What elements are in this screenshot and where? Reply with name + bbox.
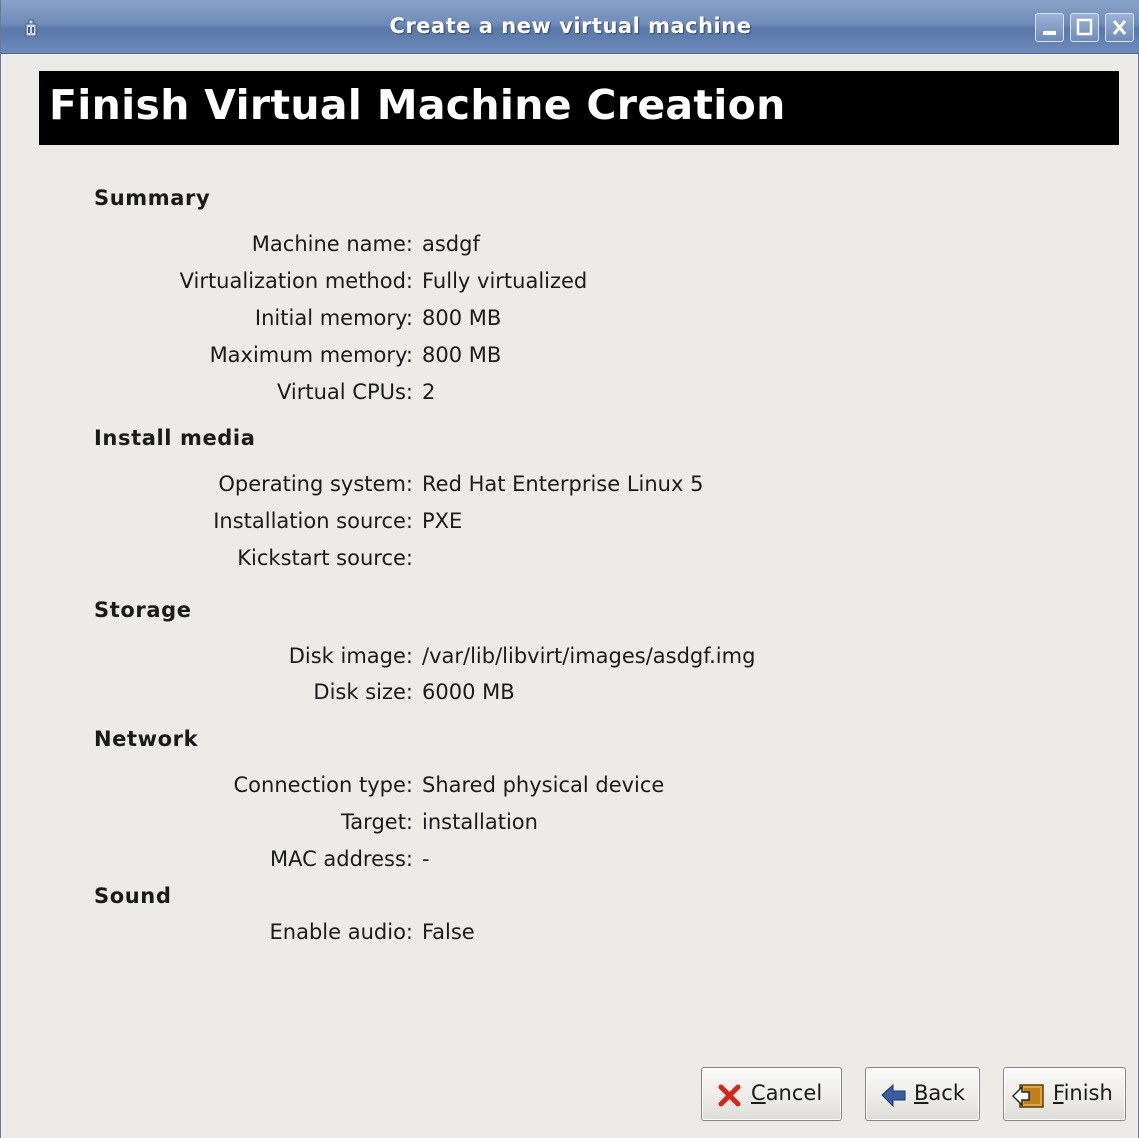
page-header-banner: Finish Virtual Machine Creation xyxy=(39,71,1119,145)
install-row-operating-system: Operating system: Red Hat Enterprise Lin… xyxy=(1,472,1139,502)
close-button[interactable] xyxy=(1105,13,1134,42)
row-value: Red Hat Enterprise Linux 5 xyxy=(422,472,704,496)
row-label: Virtual CPUs: xyxy=(276,380,413,404)
title-bar[interactable]: Create a new virtual machine xyxy=(1,0,1139,54)
cancel-button-label: Cancel xyxy=(751,1081,822,1105)
finish-button-label: Finish xyxy=(1053,1081,1113,1105)
cancel-mnemonic: C xyxy=(751,1081,766,1105)
finish-icon xyxy=(1012,1084,1044,1108)
row-label: MAC address: xyxy=(269,847,413,871)
network-row-target: Target: installation xyxy=(1,810,1139,840)
row-value: False xyxy=(422,920,475,944)
row-value: asdgf xyxy=(422,232,480,256)
network-row-connection-type: Connection type: Shared physical device xyxy=(1,773,1139,803)
sound-row-enable-audio: Enable audio: False xyxy=(1,920,1139,950)
page-title: Finish Virtual Machine Creation xyxy=(49,81,786,129)
window-title: Create a new virtual machine xyxy=(389,14,752,38)
summary-row-initial-memory: Initial memory: 800 MB xyxy=(1,306,1139,336)
section-heading-install-media: Install media xyxy=(94,426,256,450)
summary-row-virtual-cpus: Virtual CPUs: 2 xyxy=(1,380,1139,410)
section-heading-storage: Storage xyxy=(94,598,192,622)
row-label: Maximum memory: xyxy=(209,343,413,367)
cancel-label-rest: ancel xyxy=(765,1081,823,1105)
row-label: Connection type: xyxy=(233,773,413,797)
row-value: 2 xyxy=(422,380,436,404)
finish-button[interactable]: Finish xyxy=(1003,1067,1126,1121)
finish-label-rest: inish xyxy=(1063,1081,1113,1105)
storage-row-disk-image: Disk image: /var/lib/libvirt/images/asdg… xyxy=(1,644,1139,674)
row-label: Disk image: xyxy=(288,644,413,668)
install-row-installation-source: Installation source: PXE xyxy=(1,509,1139,539)
row-value: - xyxy=(422,847,430,871)
summary-row-virtualization-method: Virtualization method: Fully virtualized xyxy=(1,269,1139,299)
cancel-button[interactable]: Cancel xyxy=(701,1067,842,1121)
row-label: Virtualization method: xyxy=(179,269,413,293)
row-value: installation xyxy=(422,810,538,834)
section-heading-sound: Sound xyxy=(94,884,172,908)
row-label: Kickstart source: xyxy=(237,546,413,570)
summary-row-machine-name: Machine name: asdgf xyxy=(1,232,1139,262)
section-heading-network: Network xyxy=(94,727,199,751)
summary-row-maximum-memory: Maximum memory: 800 MB xyxy=(1,343,1139,373)
row-label: Installation source: xyxy=(213,509,413,533)
back-button-label: Back xyxy=(914,1081,965,1105)
section-heading-summary: Summary xyxy=(94,186,211,210)
row-label: Target: xyxy=(340,810,413,834)
row-value: 6000 MB xyxy=(422,680,515,704)
network-row-mac-address: MAC address: - xyxy=(1,847,1139,877)
row-value: /var/lib/libvirt/images/asdgf.img xyxy=(422,644,756,668)
back-label-rest: ack xyxy=(928,1081,965,1105)
back-button[interactable]: Back xyxy=(865,1067,980,1121)
row-label: Enable audio: xyxy=(269,920,413,944)
row-label: Disk size: xyxy=(313,680,413,704)
row-value: PXE xyxy=(422,509,463,533)
maximize-button[interactable] xyxy=(1070,13,1099,42)
dialog-window: Create a new virtual machine Finish Virt… xyxy=(0,0,1139,1138)
minimize-icon xyxy=(1043,31,1056,35)
row-value: 800 MB xyxy=(422,343,502,367)
row-label: Machine name: xyxy=(251,232,413,256)
storage-row-disk-size: Disk size: 6000 MB xyxy=(1,680,1139,710)
cancel-x-icon xyxy=(718,1084,741,1107)
row-label: Operating system: xyxy=(218,472,413,496)
back-arrow-icon xyxy=(881,1083,906,1108)
close-icon xyxy=(1112,20,1127,35)
maximize-icon xyxy=(1076,18,1093,36)
row-label: Initial memory: xyxy=(254,306,413,330)
row-value: Fully virtualized xyxy=(422,269,588,293)
row-value: Shared physical device xyxy=(422,773,665,797)
finish-mnemonic: F xyxy=(1053,1081,1064,1105)
install-row-kickstart-source: Kickstart source: xyxy=(1,546,1139,576)
back-mnemonic: B xyxy=(914,1081,929,1105)
row-value: 800 MB xyxy=(422,306,502,330)
minimize-button[interactable] xyxy=(1035,13,1064,42)
